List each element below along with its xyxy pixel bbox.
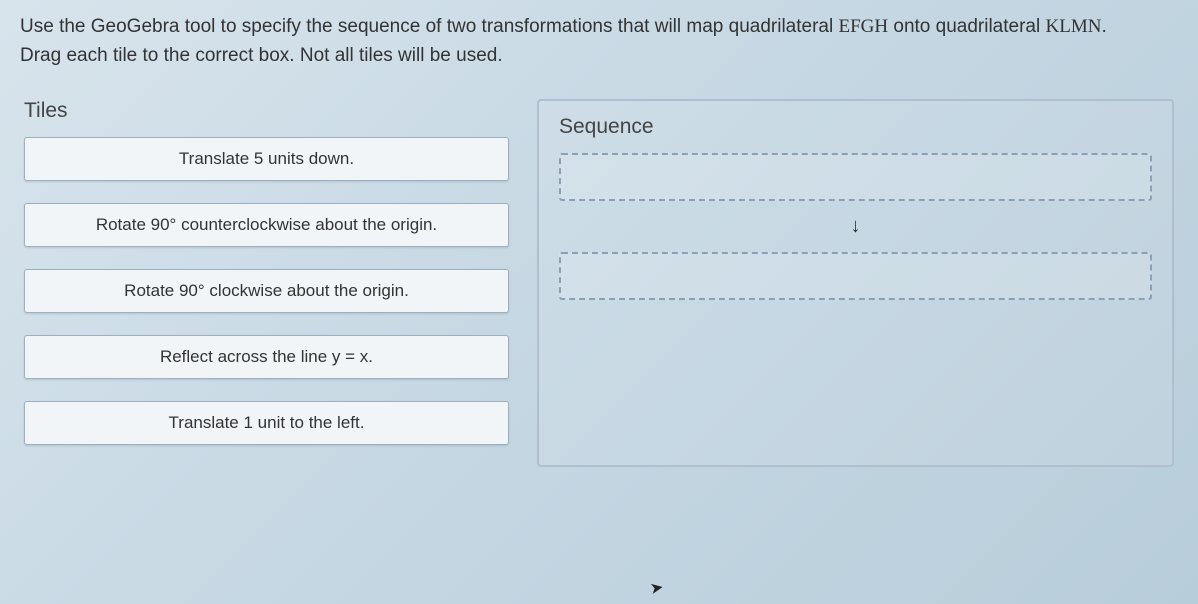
instruction-text: onto quadrilateral bbox=[888, 16, 1045, 37]
shape-name-klmn: KLMN bbox=[1046, 16, 1102, 37]
tile-translate-left[interactable]: Translate 1 unit to the left. bbox=[24, 401, 509, 445]
panels-container: Tiles Translate 5 units down. Rotate 90°… bbox=[0, 89, 1198, 467]
sequence-panel: Sequence ↓ bbox=[537, 99, 1174, 467]
sequence-drop-1[interactable] bbox=[559, 153, 1152, 201]
tile-label: Rotate 90° clockwise about the origin. bbox=[124, 281, 409, 300]
instruction-text: Use the GeoGebra tool to specify the seq… bbox=[20, 16, 838, 37]
tile-label: Reflect across the line y = x. bbox=[160, 347, 373, 366]
shape-name-efgh: EFGH bbox=[838, 16, 888, 37]
tile-label: Translate 1 unit to the left. bbox=[169, 413, 365, 432]
sequence-panel-title: Sequence bbox=[559, 115, 1152, 139]
sequence-drop-2[interactable] bbox=[559, 252, 1152, 300]
instruction-line-2: Drag each tile to the correct box. Not a… bbox=[20, 41, 1178, 70]
cursor-icon: ➤ bbox=[648, 577, 665, 599]
down-arrow-icon: ↓ bbox=[559, 207, 1152, 246]
instruction-line-1: Use the GeoGebra tool to specify the seq… bbox=[20, 12, 1178, 41]
tiles-panel-title: Tiles bbox=[24, 99, 509, 123]
tile-label: Rotate 90° counterclockwise about the or… bbox=[96, 215, 437, 234]
tile-rotate-ccw[interactable]: Rotate 90° counterclockwise about the or… bbox=[24, 203, 509, 247]
tile-rotate-cw[interactable]: Rotate 90° clockwise about the origin. bbox=[24, 269, 509, 313]
tile-reflect-y-equals-x[interactable]: Reflect across the line y = x. bbox=[24, 335, 509, 379]
tile-label: Translate 5 units down. bbox=[179, 149, 354, 168]
instruction-text: . bbox=[1101, 16, 1106, 37]
tiles-panel: Tiles Translate 5 units down. Rotate 90°… bbox=[24, 99, 509, 467]
instructions-block: Use the GeoGebra tool to specify the seq… bbox=[0, 0, 1198, 89]
tile-translate-down[interactable]: Translate 5 units down. bbox=[24, 137, 509, 181]
